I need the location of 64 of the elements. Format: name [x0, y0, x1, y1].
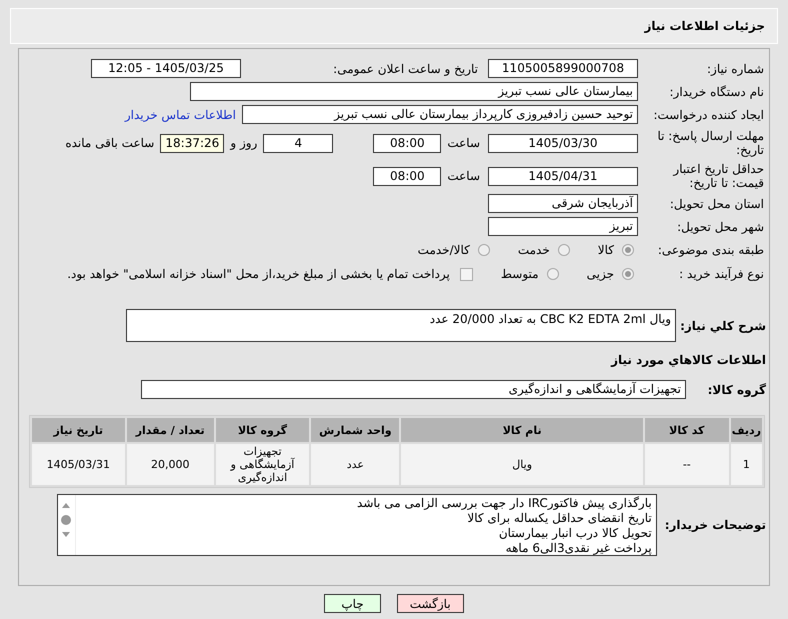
field-label: ساعت [447, 136, 480, 150]
radio-button[interactable] [622, 268, 634, 280]
back-button[interactable]: بازگشت [396, 594, 464, 613]
text-field[interactable]: 1405/04/31 [488, 166, 638, 186]
description-field[interactable]: ویال CBC K2 EDTA 2ml به تعداد 20/000 عدد [126, 309, 676, 342]
option-label: کالا [598, 242, 614, 256]
field-label: حداقل تاریخ اعتبار قیمت: تا تاریخ: [672, 162, 765, 190]
checkbox[interactable] [460, 268, 473, 280]
table-cell: تجهیزات آزمایشگاهی و اندازه‌گیری [216, 444, 310, 485]
buyer-notes-field[interactable]: بارگذاری پیش فاکتورIRC دار جهت بررسی الزامی می باشد تاریخ انقضای حداقل یکساله برای کالا تحویل کالا درب انبار بیمارستان پرداخت غیر نقدی3الی6 ماهه [56, 494, 657, 556]
column-header: کد کالا [644, 418, 729, 442]
field-label: ساعت [447, 169, 480, 183]
column-header: تعداد / مقدار [126, 418, 214, 442]
option-label: متوسط [500, 267, 539, 281]
text-field[interactable]: 1105005899000708 [488, 59, 638, 78]
text-field[interactable]: 1405/03/25 - 12:05 [91, 59, 241, 78]
field-label: طبقه بندی موضوعی: [656, 242, 765, 256]
checkbox-label: پرداخت تمام یا بخشی از مبلغ خرید،از محل "اسناد خزانه اسلامی" خواهد بود. [67, 267, 450, 281]
field-label: روز و [230, 136, 258, 150]
radio-button[interactable] [478, 244, 490, 256]
field-label: شرح کلي نياز: [680, 318, 766, 332]
table-cell: ویال [401, 444, 643, 485]
option-label: خدمت [518, 242, 550, 256]
buyer-contact-link[interactable]: اطلاعات تماس خریدار [124, 108, 236, 122]
option-label: جزیی [586, 267, 614, 281]
table-cell: 1405/03/31 [32, 444, 125, 485]
table-cell: -- [644, 444, 729, 485]
text-field[interactable]: 08:00 [373, 134, 442, 152]
field-label: نام دستگاه خریدار: [668, 84, 765, 98]
field-label: ساعت باقی مانده [65, 136, 154, 150]
option-label: کالا/خدمت [418, 242, 470, 256]
radio-button[interactable] [622, 244, 634, 256]
text-field[interactable]: آذربایجان شرقی [488, 194, 638, 213]
table-cell: عدد [311, 444, 400, 485]
field-label: شماره نیاز: [706, 62, 765, 76]
table-cell: 20,000 [126, 444, 214, 485]
field-label: توضیحات خریدار: [664, 518, 766, 532]
text-field[interactable]: 18:37:26 [160, 134, 224, 152]
field-label: استان محل تحویل: [668, 196, 765, 210]
column-header: ردیف [730, 418, 762, 442]
field-label: ایجاد کننده درخواست: [652, 108, 765, 122]
column-header: تاریخ نیاز [32, 418, 125, 442]
text-field[interactable]: تجهیزات آزمایشگاهی و اندازه‌گیری [141, 380, 686, 399]
column-header: واحد شمارش [311, 418, 400, 442]
field-label: تاریخ و ساعت اعلان عمومی: [332, 62, 478, 76]
text-field[interactable]: تبریز [488, 217, 638, 236]
page-title: جزئیات اطلاعات نیاز [10, 8, 778, 44]
text-field[interactable]: توحید حسین زادفیروزی کارپرداز بیمارستان عالی نسب تبریز [242, 105, 638, 124]
table-cell: 1 [730, 444, 762, 485]
text-field[interactable]: 08:00 [373, 166, 442, 186]
column-header: گروه کالا [216, 418, 310, 442]
print-button[interactable]: چاپ [324, 594, 381, 613]
buyer-notes-text: بارگذاری پیش فاکتورIRC دار جهت بررسی الزامی می باشد تاریخ انقضای حداقل یکساله برای کالا تحویل کالا درب انبار بیمارستان پرداخت غیر نقدی3الی6 ماهه [356, 495, 653, 555]
field-label: شهر محل تحویل: [676, 220, 765, 234]
text-field[interactable]: بیمارستان عالی نسب تبریز [190, 82, 638, 101]
radio-button[interactable] [546, 268, 559, 280]
section-heading: اطلاعات کالاهاي مورد نياز [611, 353, 766, 367]
field-label: مهلت ارسال پاسخ: تا تاریخ: [656, 129, 765, 157]
text-field[interactable]: 1405/03/30 [488, 134, 638, 152]
field-label: گروه کالا: [706, 382, 766, 396]
column-header: نام کالا [401, 418, 643, 442]
field-label: نوع فرآیند خرید : [678, 267, 765, 281]
text-field[interactable]: 4 [263, 134, 334, 152]
radio-button[interactable] [558, 244, 570, 256]
